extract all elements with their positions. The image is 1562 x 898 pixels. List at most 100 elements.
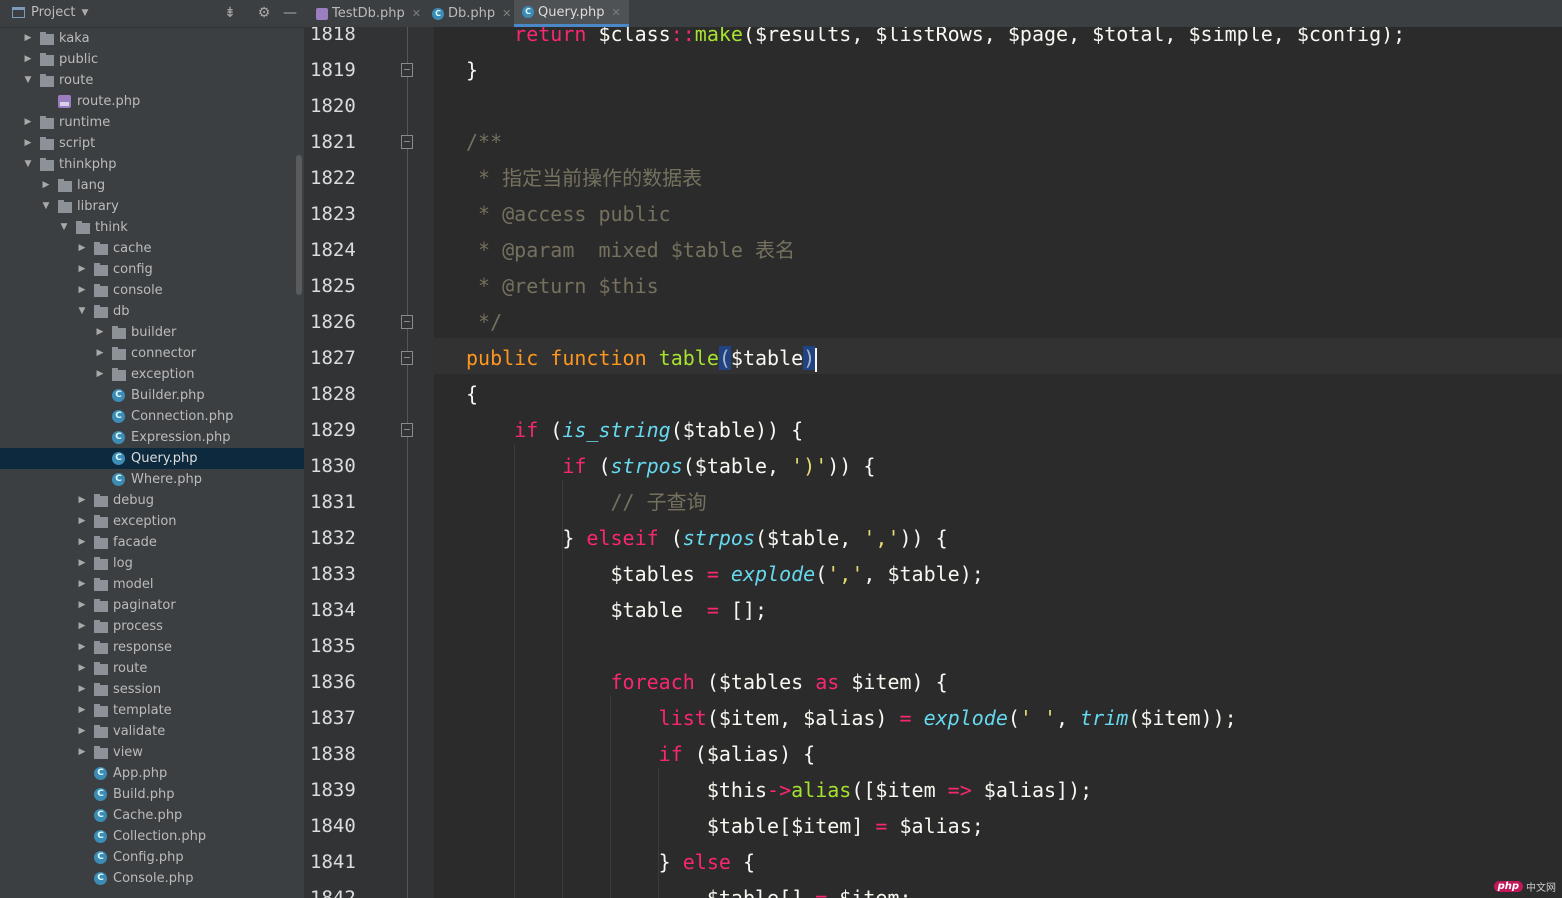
tree-item[interactable]: ▼ library [0,196,304,217]
collapsed-arrow-icon[interactable]: ▶ [76,532,88,553]
chevron-down-icon[interactable]: ▼ [81,8,88,18]
code-line[interactable]: list($item, $alias) = explode(' ', trim(… [466,700,1237,736]
tree-item[interactable]: ▶ session [0,679,304,700]
collapsed-arrow-icon[interactable]: ▶ [76,238,88,259]
gear-icon[interactable]: ⚙ [254,3,274,23]
tree-item[interactable]: ▶ model [0,574,304,595]
tree-item[interactable]: ▶ facade [0,532,304,553]
code-line[interactable]: } else { [466,844,755,880]
tree-item[interactable]: C Builder.php [0,385,304,406]
expanded-arrow-icon[interactable]: ▼ [40,196,52,217]
tree-item[interactable]: ▶ public [0,49,304,70]
tree-item[interactable]: C Query.php [0,448,304,469]
editor-tab[interactable]: C Db.php ✕ [424,0,519,27]
project-view-selector[interactable]: Project ▼ [12,5,88,20]
collapsed-arrow-icon[interactable]: ▶ [94,343,106,364]
expanded-arrow-icon[interactable]: ▼ [58,217,70,238]
tree-item[interactable]: ▶ console [0,280,304,301]
code-line[interactable]: */ [466,304,502,340]
code-line[interactable]: return $class::make($results, $listRows,… [466,27,1405,52]
tree-item[interactable]: C Build.php [0,784,304,805]
collapsed-arrow-icon[interactable]: ▶ [76,721,88,742]
tree-item[interactable]: ▼ think [0,217,304,238]
tree-item[interactable]: C Expression.php [0,427,304,448]
collapsed-arrow-icon[interactable]: ▶ [76,490,88,511]
expanded-arrow-icon[interactable]: ▼ [22,154,34,175]
collapsed-arrow-icon[interactable]: ▶ [76,511,88,532]
code-line[interactable]: * 指定当前操作的数据表 [466,160,702,196]
fold-toggle-icon[interactable] [401,423,413,437]
collapsed-arrow-icon[interactable]: ▶ [22,112,34,133]
tree-item[interactable]: route.php [0,91,304,112]
code-line[interactable]: $table[] = $item; [466,880,912,898]
tree-item[interactable]: ▶ script [0,133,304,154]
tree-item[interactable]: C Cache.php [0,805,304,826]
code-line[interactable]: /** [466,124,502,160]
collapsed-arrow-icon[interactable]: ▶ [94,322,106,343]
collapsed-arrow-icon[interactable]: ▶ [22,28,34,49]
tree-item[interactable]: ▶ process [0,616,304,637]
fold-toggle-icon[interactable] [401,315,413,329]
code-line[interactable]: } [466,52,478,88]
tree-item[interactable]: ▼ thinkphp [0,154,304,175]
collapsed-arrow-icon[interactable]: ▶ [76,259,88,280]
code-line[interactable]: public function table($table) [466,340,818,376]
collapsed-arrow-icon[interactable]: ▶ [76,679,88,700]
tree-item[interactable]: ▶ connector [0,343,304,364]
code-line[interactable]: $this->alias([$item => $alias]); [466,772,1092,808]
code-line[interactable]: foreach ($tables as $item) { [466,664,947,700]
close-icon[interactable]: ✕ [502,7,511,20]
collapsed-arrow-icon[interactable]: ▶ [76,700,88,721]
tree-item[interactable]: C Config.php [0,847,304,868]
code-line[interactable]: $table = []; [466,592,767,628]
collapsed-arrow-icon[interactable]: ▶ [22,49,34,70]
collapsed-arrow-icon[interactable]: ▶ [76,574,88,595]
tree-item[interactable]: C Where.php [0,469,304,490]
code-line[interactable]: } elseif (strpos($table, ',')) { [466,520,947,556]
close-icon[interactable]: ✕ [612,6,621,19]
tree-item[interactable]: ▶ exception [0,511,304,532]
tree-item[interactable]: C Collection.php [0,826,304,847]
tree-item[interactable]: C App.php [0,763,304,784]
tree-item[interactable]: ▶ response [0,637,304,658]
tree-item[interactable]: ▶ debug [0,490,304,511]
code-line[interactable]: $tables = explode(',', $table); [466,556,983,592]
editor-tab[interactable]: TestDb.php ✕ [308,0,429,27]
collapse-all-icon[interactable]: ⇟ [220,3,240,23]
tree-item[interactable]: ▶ template [0,700,304,721]
fold-toggle-icon[interactable] [401,351,413,365]
code-line[interactable]: $table[$item] = $alias; [466,808,984,844]
collapsed-arrow-icon[interactable]: ▶ [76,637,88,658]
collapsed-arrow-icon[interactable]: ▶ [40,175,52,196]
tree-item[interactable]: ▶ runtime [0,112,304,133]
tree-item[interactable]: ▶ paginator [0,595,304,616]
code-line[interactable]: if ($alias) { [466,736,816,772]
tree-item[interactable]: ▶ lang [0,175,304,196]
fold-toggle-icon[interactable] [401,135,413,149]
editor-tab[interactable]: C Query.php ✕ [514,0,629,27]
tree-item[interactable]: ▶ kaka [0,28,304,49]
code-line[interactable]: // 子查询 [466,484,706,520]
code-line[interactable]: * @return $this [466,268,659,304]
minimize-icon[interactable]: — [280,3,300,23]
collapsed-arrow-icon[interactable]: ▶ [76,658,88,679]
collapsed-arrow-icon[interactable]: ▶ [22,133,34,154]
tree-item[interactable]: ▶ log [0,553,304,574]
collapsed-arrow-icon[interactable]: ▶ [94,364,106,385]
collapsed-arrow-icon[interactable]: ▶ [76,616,88,637]
project-tree-scrollbar[interactable] [296,155,302,295]
tree-item[interactable]: ▶ cache [0,238,304,259]
code-line[interactable]: { [466,376,478,412]
tree-item[interactable]: ▶ validate [0,721,304,742]
code-line[interactable]: * @param mixed $table 表名 [466,232,795,268]
collapsed-arrow-icon[interactable]: ▶ [76,595,88,616]
tree-item[interactable]: C Connection.php [0,406,304,427]
collapsed-arrow-icon[interactable]: ▶ [76,280,88,301]
tree-item[interactable]: ▶ exception [0,364,304,385]
expanded-arrow-icon[interactable]: ▼ [76,301,88,322]
code-editor[interactable]: 1818 1819 1820 1821 1822 1823 1824 1825 1826 1827… [304,27,1562,898]
close-icon[interactable]: ✕ [412,7,421,20]
tree-item[interactable]: ▶ view [0,742,304,763]
collapsed-arrow-icon[interactable]: ▶ [76,553,88,574]
tree-item[interactable]: ▶ builder [0,322,304,343]
